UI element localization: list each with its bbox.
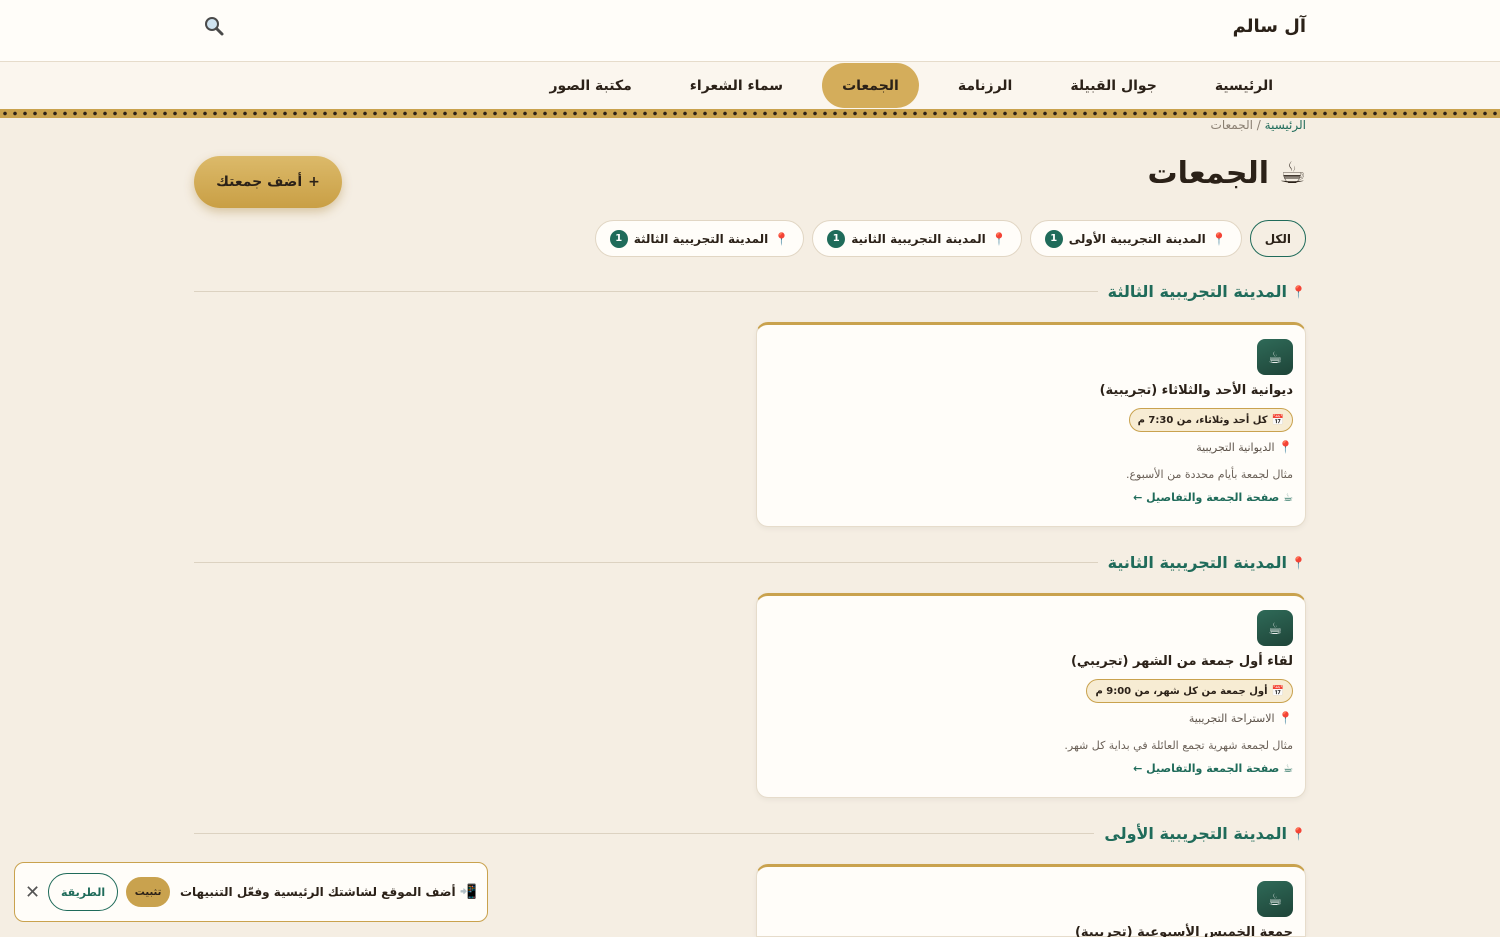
coffee-icon: ☕ [1279, 156, 1306, 191]
section-title: 📍 المدينة التجريبية الثالثة [1108, 282, 1306, 301]
nav-item-calendar[interactable]: الرزنامة [939, 68, 1032, 104]
schedule-text: أول جمعة من كل شهر، من 9:00 م [1095, 685, 1268, 697]
details-link-text: صفحة الجمعة والتفاصيل ← [1133, 762, 1280, 775]
calendar-icon: 📅 [1271, 685, 1284, 697]
filter-count-badge: 1 [827, 229, 846, 248]
nav-item-poets[interactable]: سماء الشعراء [671, 68, 802, 104]
nav-item-home[interactable]: الرئيسية [1196, 68, 1292, 104]
schedule-text: كل أحد وثلاثاء، من 7:30 م [1137, 414, 1268, 426]
coffee-icon: ☕ [1257, 881, 1293, 917]
plus-icon: + [308, 174, 320, 190]
decorative-band [0, 109, 1500, 118]
section-header-city-3: 📍 المدينة التجريبية الثالثة [194, 282, 1306, 301]
calendar-icon: 📅 [1271, 414, 1284, 426]
filter-count-badge: 1 [1044, 229, 1063, 248]
top-bar: آل سالم [0, 0, 1500, 62]
filter-chip-label: الكل [1264, 231, 1291, 246]
filter-chip-city-1[interactable]: 📍 المدينة التجريبية الأولى 1 [1029, 220, 1242, 257]
install-banner: 📲 أضف الموقع لشاشتك الرئيسية وفعّل التنب… [14, 862, 488, 922]
section-title: 📍 المدينة التجريبية الأولى [1104, 824, 1306, 843]
location-pin-icon: 📍 [991, 231, 1007, 246]
place-text: الديوانية التجريبية [1196, 441, 1275, 454]
section-title-text: المدينة التجريبية الثانية [1107, 553, 1288, 572]
gathering-place: 📍 الاستراحة التجريبية [769, 711, 1293, 725]
location-pin-icon: 📍 [1278, 440, 1293, 454]
search-icon[interactable] [202, 14, 226, 38]
gathering-name[interactable]: جمعة الخميس الأسبوعية (تجريبية) [769, 925, 1293, 937]
filter-chip-all[interactable]: الكل [1249, 220, 1306, 257]
filter-chip-label: المدينة التجريبية الثانية [851, 231, 986, 246]
main-nav: الرئيسية جوال القبيلة الرزنامة الجمعات س… [0, 62, 1500, 109]
add-gathering-label: أضف جمعتك [216, 174, 303, 190]
location-pin-icon: 📍 [1291, 826, 1306, 841]
coffee-icon: ☕ [1283, 491, 1293, 504]
breadcrumb-separator: / [1256, 118, 1261, 132]
page-title: ☕ الجمعات [1147, 156, 1306, 191]
breadcrumb-current: الجمعات [1210, 118, 1253, 132]
close-icon[interactable]: ✕ [25, 882, 40, 903]
gathering-name[interactable]: لقاء أول جمعة من الشهر (تجريبي) [769, 654, 1293, 669]
page-title-text: الجمعات [1147, 156, 1270, 191]
city-filters: الكل 📍 المدينة التجريبية الأولى 1 📍 المد… [594, 220, 1306, 257]
gathering-details-link[interactable]: ☕ صفحة الجمعة والتفاصيل ← [769, 491, 1293, 504]
section-header-city-2: 📍 المدينة التجريبية الثانية [194, 553, 1306, 572]
coffee-icon: ☕ [1257, 339, 1293, 375]
gathering-details-link[interactable]: ☕ صفحة الجمعة والتفاصيل ← [769, 762, 1293, 775]
schedule-badge: 📅 أول جمعة من كل شهر، من 9:00 م [1086, 679, 1293, 703]
gathering-description: مثال لجمعة بأيام محددة من الأسبوع. [1126, 468, 1293, 481]
filter-chip-label: المدينة التجريبية الأولى [1068, 231, 1206, 246]
breadcrumb: الرئيسية / الجمعات [1211, 118, 1306, 132]
section-divider [194, 833, 1095, 834]
gathering-name[interactable]: ديوانية الأحد والثلاثاء (تجريبية) [769, 383, 1293, 398]
gathering-place: 📍 الديوانية التجريبية [769, 440, 1293, 454]
coffee-icon: ☕ [1283, 762, 1293, 775]
coffee-icon: ☕ [1257, 610, 1293, 646]
install-button[interactable]: تثبيت [126, 877, 171, 907]
place-text: الاستراحة التجريبية [1188, 712, 1275, 725]
nav-item-gatherings[interactable]: الجمعات [822, 63, 919, 108]
section-divider [194, 291, 1098, 292]
location-pin-icon: 📍 [1211, 231, 1227, 246]
filter-chip-city-2[interactable]: 📍 المدينة التجريبية الثانية 1 [812, 220, 1022, 257]
how-to-button[interactable]: الطريقة [48, 873, 119, 911]
gathering-card[interactable]: ☕ ديوانية الأحد والثلاثاء (تجريبية) 📅 كل… [756, 322, 1306, 527]
location-pin-icon: 📍 [1278, 711, 1293, 725]
breadcrumb-home-link[interactable]: الرئيسية [1265, 118, 1306, 132]
install-message: أضف الموقع لشاشتك الرئيسية وفعّل التنبيه… [179, 885, 456, 899]
location-pin-icon: 📍 [1291, 555, 1306, 570]
section-title: 📍 المدينة التجريبية الثانية [1108, 553, 1306, 572]
gathering-description: مثال لجمعة شهرية تجمع العائلة في بداية ك… [1064, 739, 1293, 752]
section-divider [194, 562, 1098, 563]
site-name[interactable]: آل سالم [1233, 16, 1306, 37]
nav-item-photo-library[interactable]: مكتبة الصور [530, 68, 650, 104]
section-header-city-1: 📍 المدينة التجريبية الأولى [194, 824, 1306, 843]
filter-chip-label: المدينة التجريبية الثالثة [633, 231, 769, 246]
location-pin-icon: 📍 [1291, 284, 1306, 299]
location-pin-icon: 📍 [774, 231, 790, 246]
mobile-install-icon: 📲 [459, 884, 477, 900]
filter-chip-city-3[interactable]: 📍 المدينة التجريبية الثالثة 1 [594, 220, 805, 257]
filter-count-badge: 1 [609, 229, 628, 248]
add-gathering-button[interactable]: + أضف جمعتك [194, 156, 342, 208]
details-link-text: صفحة الجمعة والتفاصيل ← [1133, 491, 1280, 504]
nav-item-tribe-mobile[interactable]: جوال القبيلة [1051, 68, 1175, 104]
gathering-card[interactable]: ☕ لقاء أول جمعة من الشهر (تجريبي) 📅 أول … [756, 593, 1306, 798]
section-title-text: المدينة التجريبية الأولى [1104, 824, 1288, 843]
section-title-text: المدينة التجريبية الثالثة [1107, 282, 1288, 301]
gathering-card[interactable]: ☕ جمعة الخميس الأسبوعية (تجريبية) [756, 864, 1306, 937]
schedule-badge: 📅 كل أحد وثلاثاء، من 7:30 م [1128, 408, 1293, 432]
